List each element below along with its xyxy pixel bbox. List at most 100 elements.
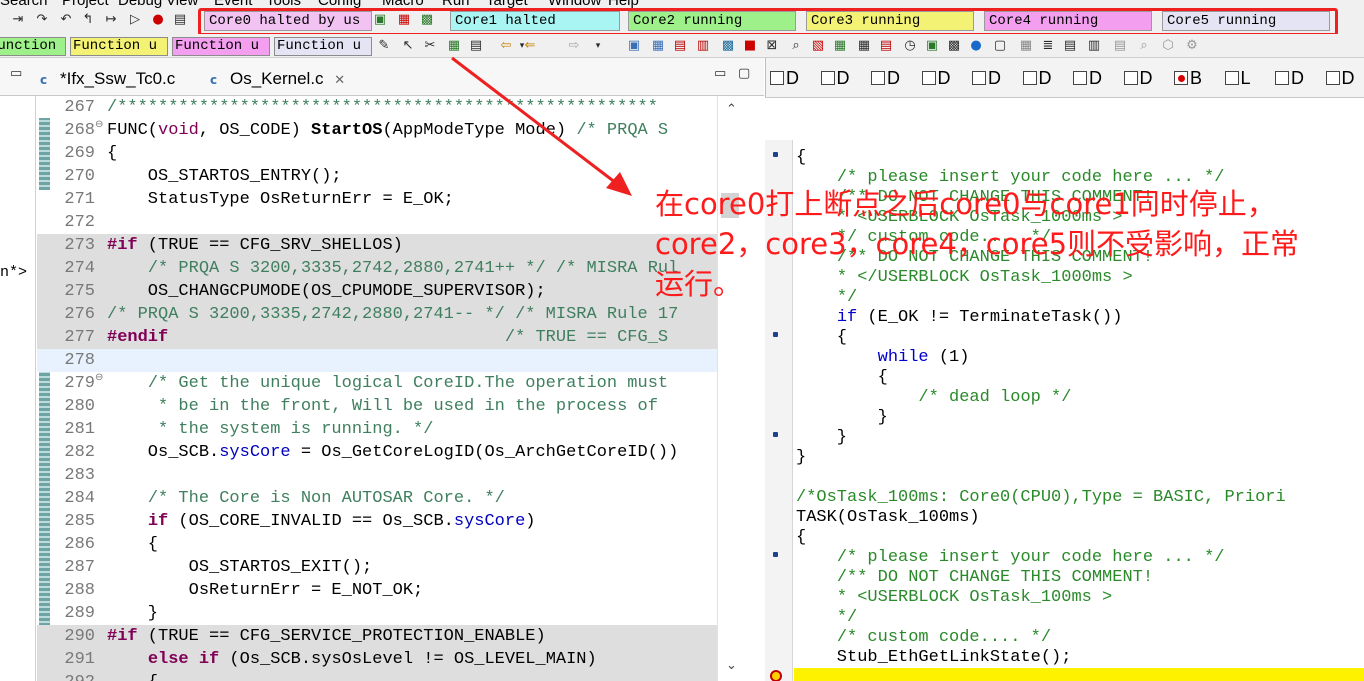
scissors-icon[interactable]: ✂ [422,38,438,54]
code-line[interactable]: 277 #endif /* TRUE == CFG_S [37,326,717,349]
left-arrow-icon[interactable]: ⇐ [522,38,538,54]
reset-icon[interactable]: ▤ [172,12,188,28]
code-line[interactable]: 275 OS_CHANGCPUMODE(OS_CPUMODE_SUPERVISO… [37,280,717,303]
view-tab[interactable]: D [871,68,900,89]
tasks-icon[interactable]: ▦ [832,38,848,54]
window-icon[interactable]: ▢ [992,38,1008,54]
code-line[interactable]: 284 /* The Core is Non AUTOSAR Core. */ [37,487,717,510]
menu-item[interactable]: Search [0,0,48,8]
function-box-0[interactable]: Function u [0,37,66,56]
menu-item[interactable]: Run [442,0,470,8]
code-line[interactable]: 267 /************************************… [37,96,717,119]
source-line[interactable]: } [796,428,847,448]
view-tab[interactable]: D [820,68,850,89]
source-line[interactable]: /* dead loop */ [796,388,1071,408]
code-line[interactable]: 270 OS_STARTOS_ENTRY(); [37,165,717,188]
menu-item[interactable]: Macro [382,0,424,8]
view-tab[interactable]: D [1325,68,1355,89]
fold-toggle-icon[interactable]: ⊖ [95,119,103,130]
scroll-down-icon[interactable]: ⌄ [726,658,737,673]
view-tab[interactable]: D [972,68,1001,89]
code-editor[interactable]: 267 /************************************… [37,96,717,681]
calculator-icon[interactable]: ▤ [878,38,894,54]
source-line[interactable]: /* custom code.... */ [796,628,1051,648]
source-line[interactable]: { [796,528,806,548]
variables-icon[interactable]: ▩ [720,38,736,54]
code-line[interactable]: 269 { [37,142,717,165]
code-line[interactable]: 289 } [37,602,717,625]
code-line[interactable]: 283 [37,464,717,487]
outline-item[interactable]: n*> [0,264,27,281]
view-tab[interactable]: D [1275,68,1304,89]
source-line[interactable]: if (E_OK != TerminateTask()) [796,308,1123,328]
breakpoints-icon[interactable]: ■ [742,38,758,54]
trace-icon[interactable]: ⊠ [764,38,780,54]
source-line[interactable]: while (1) [796,348,970,368]
code-line[interactable]: 273 #if (TRUE == CFG_SRV_SHELLOS) [37,234,717,257]
globe-icon[interactable]: ● [968,38,984,54]
source-line[interactable]: * <USERBLOCK OsTask_100ms > [796,588,1112,608]
new-file-icon[interactable]: ✎ [376,38,392,54]
code-line[interactable]: 274 /* PRQA S 3200,3335,2742,2880,2741++… [37,257,717,280]
forward-icon[interactable]: ⇨ [566,38,582,54]
core-status-0[interactable]: Core0 halted by us [204,11,372,31]
function-box-2[interactable]: Function u [172,37,270,56]
chip-icon[interactable]: ▩ [946,38,962,54]
source-line[interactable]: } [796,448,806,468]
view-tab[interactable]: D [1123,68,1153,89]
step-over-icon[interactable]: ↷ [34,12,50,28]
fold-toggle-icon[interactable]: ⊖ [95,372,103,383]
source-line[interactable]: /** DO NOT CHANGE THIS COMMENT! [796,568,1153,588]
minimize-icon[interactable]: ▭ [10,66,22,81]
terminal-icon[interactable]: ▣ [924,38,940,54]
grid-icon[interactable]: ▦ [446,38,462,54]
code-line[interactable]: 268 ⊖ FUNC(void, OS_CODE) StartOS(AppModeT… [37,119,717,142]
view-tab[interactable]: D [1073,68,1102,89]
bookmark-icon[interactable]: ▧ [810,38,826,54]
calendar-icon[interactable]: ▦ [856,38,872,54]
layout-icon[interactable]: ▥ [1086,38,1102,54]
list-icon[interactable]: ≣ [1040,38,1056,54]
code-line[interactable]: 290 #if (TRUE == CFG_SERVICE_PROTECTION_E… [37,625,717,648]
menu-item[interactable]: Target [486,0,528,8]
menu-item[interactable]: Tools [266,0,301,8]
step-into-icon[interactable]: ⇥ [10,12,26,28]
settings-icon[interactable]: ⚙ [1184,38,1200,54]
doc-icon[interactable]: ▤ [1112,38,1128,54]
memory-icon[interactable]: ▤ [672,38,688,54]
step-return-icon[interactable]: ↶ [58,12,74,28]
menu-item[interactable]: Help [608,0,639,8]
source-line[interactable]: { [796,328,847,348]
menu-item[interactable]: View [166,0,198,8]
view-tab[interactable]: D [770,68,799,89]
code-line[interactable]: 292 { [37,671,717,681]
core-status-5[interactable]: Core5 running [1162,11,1330,31]
source-line[interactable]: TASK(OsTask_100ms) [796,508,980,528]
core-status-4[interactable]: Core4 running [984,11,1152,31]
tab-ifx-ssw-tc0[interactable]: c *Ifx_Ssw_Tc0.c [36,66,206,96]
source-line[interactable]: { [796,368,888,388]
code-line[interactable]: 276 /* PRQA S 3200,3335,2742,2880,2741-- … [37,303,717,326]
view-tab[interactable]: B [1174,68,1202,89]
source-line[interactable]: { [796,148,806,168]
go-icon[interactable]: ▷ [127,12,143,28]
code-line[interactable]: 285 if (OS_CORE_INVALID == Os_SCB.sysCor… [37,510,717,533]
step-out-icon[interactable]: ↰ [80,12,96,28]
stop-icon[interactable]: ● [150,12,166,28]
register-icon[interactable]: ▦ [650,38,666,54]
search-icon[interactable]: ⌕ [788,38,804,54]
menu-item[interactable]: Window [548,0,601,8]
code-line[interactable]: 281 * the system is running. */ [37,418,717,441]
timer-icon[interactable]: ◷ [902,38,918,54]
source-line[interactable]: Stub_EthGetLinkState(); [796,648,1072,668]
run-to-line-icon[interactable]: ↦ [103,12,119,28]
view-tab[interactable]: D [921,68,951,89]
source-line[interactable]: } [796,408,888,428]
code-line[interactable]: 279 ⊖ /* Get the unique logical CoreID.Th… [37,372,717,395]
view-tab[interactable]: D [1022,68,1052,89]
core-status-1[interactable]: Core1 halted [450,11,620,31]
code-line[interactable]: 291 else if (Os_SCB.sysOsLevel != OS_LEV… [37,648,717,671]
code-line[interactable]: 278 [37,349,717,372]
core-status-3[interactable]: Core3 running [806,11,974,31]
code-line[interactable]: 272 [37,211,717,234]
